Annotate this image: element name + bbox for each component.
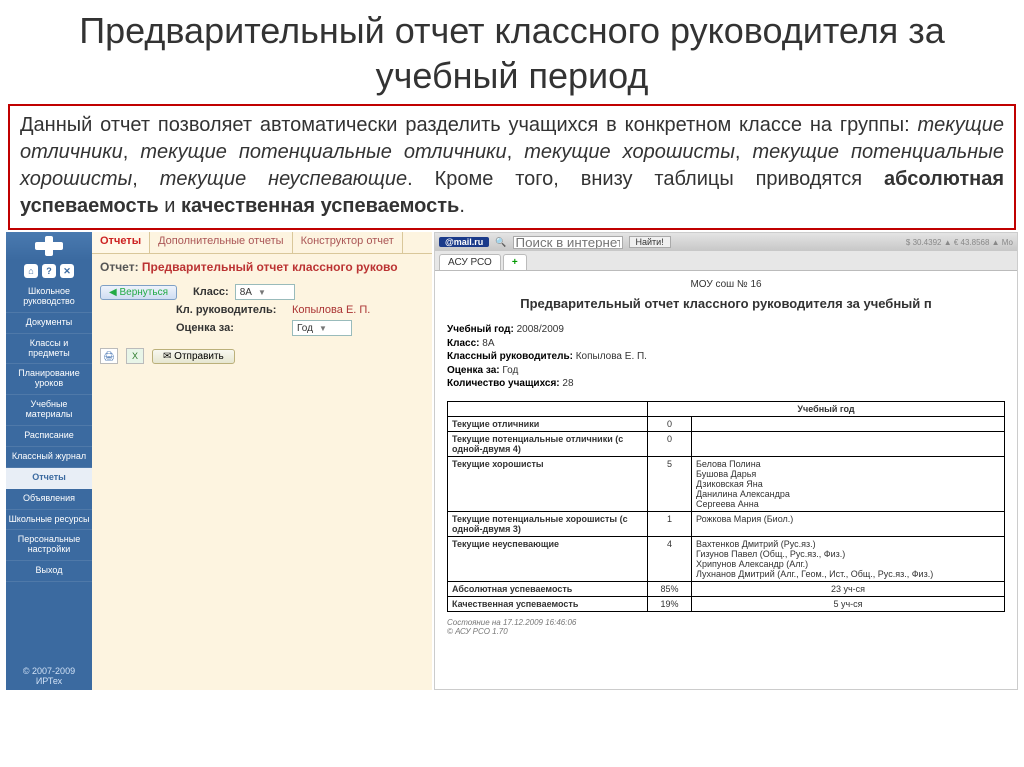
help-icon[interactable]: ? — [42, 264, 56, 278]
filters: ◀ Вернуться Класс: 8А▼ Кл. руководитель:… — [92, 280, 432, 344]
tabstrip: Отчеты Дополнительные отчеты Конструктор… — [92, 232, 432, 254]
description-box: Данный отчет позволяет автоматически раз… — [8, 104, 1016, 230]
action-row: 🖨 X ✉ Отправить — [92, 344, 432, 368]
currency-ticker: $ 30.4392 ▲ € 43.8568 ▲ Мо — [906, 238, 1013, 247]
browser-tab[interactable]: АСУ РСО — [439, 254, 501, 270]
mail-logo[interactable]: @mail.ru — [439, 237, 489, 247]
report-document: МОУ сош № 16 Предварительный отчет класс… — [435, 271, 1017, 689]
send-button[interactable]: ✉ Отправить — [152, 349, 235, 364]
sidebar-item-reports[interactable]: Отчеты — [6, 468, 92, 489]
grade-select[interactable]: Год▼ — [292, 320, 352, 336]
sidebar-item-planning[interactable]: Планирование уроков — [6, 364, 92, 395]
sidebar-item-schedule[interactable]: Расписание — [6, 426, 92, 447]
home-icon[interactable]: ⌂ — [24, 264, 38, 278]
back-button[interactable]: ◀ Вернуться — [100, 285, 177, 300]
summary-row: Качественная успеваемость19%5 уч-ся — [448, 596, 1005, 611]
left-screenshot: ⌂ ? ✕ Школьное руководство Документы Кла… — [6, 232, 432, 690]
browser-toolbar: @mail.ru 🔍 Найти! $ 30.4392 ▲ € 43.8568 … — [435, 233, 1017, 251]
tab-extra-reports[interactable]: Дополнительные отчеты — [150, 232, 292, 253]
sidebar-item-materials[interactable]: Учебные материалы — [6, 395, 92, 426]
sidebar-item-docs[interactable]: Документы — [6, 313, 92, 334]
sidebar-item-resources[interactable]: Школьные ресурсы — [6, 510, 92, 531]
right-screenshot: @mail.ru 🔍 Найти! $ 30.4392 ▲ € 43.8568 … — [434, 232, 1018, 690]
chevron-down-icon: ▼ — [319, 324, 327, 333]
sidebar-footer: © 2007-2009 ИРТех — [6, 662, 92, 690]
sidebar-quick-icons: ⌂ ? ✕ — [6, 260, 92, 282]
table-row: Текущие потенциальные отличники (с одной… — [448, 431, 1005, 456]
close-icon[interactable]: ✕ — [60, 264, 74, 278]
new-tab-button[interactable]: + — [503, 254, 527, 270]
find-button[interactable]: Найти! — [629, 236, 671, 248]
sidebar-item-classes[interactable]: Классы и предметы — [6, 334, 92, 365]
excel-icon[interactable]: X — [126, 348, 144, 364]
doc-footer: Состояние на 17.12.2009 16:46:06 © АСУ Р… — [447, 618, 1005, 636]
table-row: Текущие хорошисты5Белова Полина Бушова Д… — [448, 456, 1005, 511]
slide-title: Предварительный отчет классного руководи… — [0, 0, 1024, 102]
chevron-down-icon: ▼ — [258, 288, 266, 297]
sidebar-item-settings[interactable]: Персональные настройки — [6, 530, 92, 561]
sidebar-item-exit[interactable]: Выход — [6, 561, 92, 582]
search-input[interactable] — [513, 236, 623, 249]
report-table: Учебный год Текущие отличники0 Текущие п… — [447, 401, 1005, 612]
table-row: Текущие потенциальные хорошисты (с одной… — [448, 511, 1005, 536]
doc-title: Предварительный отчет классного руководи… — [447, 296, 1005, 311]
table-row: Текущие отличники0 — [448, 416, 1005, 431]
sidebar-item-announce[interactable]: Объявления — [6, 489, 92, 510]
screenshots-row: ⌂ ? ✕ Школьное руководство Документы Кла… — [0, 232, 1024, 690]
teacher-label: Кл. руководитель: — [176, 304, 286, 316]
class-label: Класс: — [193, 286, 229, 298]
school-name: МОУ сош № 16 — [447, 279, 1005, 290]
search-icon: 🔍 — [495, 237, 506, 248]
sidebar: ⌂ ? ✕ Школьное руководство Документы Кла… — [6, 232, 92, 690]
tab-constructor[interactable]: Конструктор отчет — [293, 232, 403, 253]
table-row: Текущие неуспевающие4Вахтенков Дмитрий (… — [448, 536, 1005, 581]
content-area: Отчеты Дополнительные отчеты Конструктор… — [92, 232, 432, 690]
doc-meta: Учебный год: 2008/2009 Класс: 8А Классны… — [447, 323, 1005, 391]
tab-reports[interactable]: Отчеты — [92, 232, 150, 253]
report-header: Отчет: Предварительный отчет классного р… — [92, 254, 432, 280]
sidebar-logo — [6, 232, 92, 260]
report-name: Предварительный отчет классного руково — [142, 260, 398, 274]
summary-row: Абсолютная успеваемость85%23 уч-ся — [448, 581, 1005, 596]
class-select[interactable]: 8А▼ — [235, 284, 295, 300]
sidebar-item-admin[interactable]: Школьное руководство — [6, 282, 92, 313]
sidebar-item-journal[interactable]: Классный журнал — [6, 447, 92, 468]
year-column: Учебный год — [648, 401, 1005, 416]
grade-label: Оценка за: — [176, 322, 286, 334]
browser-tabs: АСУ РСО + — [435, 251, 1017, 271]
print-icon[interactable]: 🖨 — [100, 348, 118, 364]
teacher-value: Копылова Е. П. — [292, 304, 370, 316]
